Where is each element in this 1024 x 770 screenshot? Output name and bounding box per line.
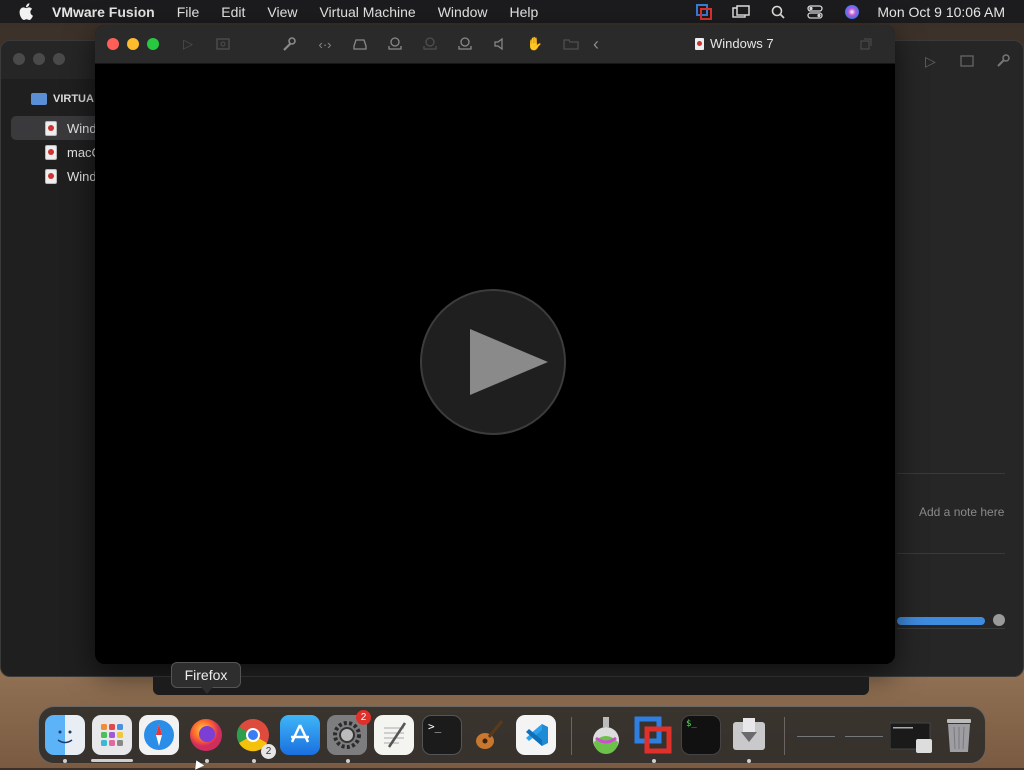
- wrench-icon[interactable]: [995, 53, 1011, 69]
- minimized-window-thumbnail[interactable]: [889, 717, 932, 755]
- app-name-menu[interactable]: VMware Fusion: [52, 4, 155, 20]
- guitar-icon[interactable]: [469, 715, 509, 755]
- vm-file-icon: [45, 144, 57, 160]
- settings-notification-badge: 2: [356, 710, 371, 725]
- vm-window-toolbar: ▷ ‹·› ✋ ‹ Windows 7: [95, 25, 895, 64]
- sound-card-icon[interactable]: [491, 35, 509, 53]
- library-window-footer: [153, 677, 869, 695]
- fullscreen-icon[interactable]: [857, 35, 875, 53]
- minimize-button[interactable]: [33, 53, 45, 65]
- minimize-button[interactable]: [127, 38, 139, 50]
- vm-title-label: Windows 7: [710, 36, 774, 51]
- screen-mirroring-icon[interactable]: [729, 2, 753, 22]
- menu-view[interactable]: View: [267, 4, 297, 20]
- minimized-window-thumbnail[interactable]: [795, 717, 837, 755]
- zoom-button[interactable]: [53, 53, 65, 65]
- menu-edit[interactable]: Edit: [221, 4, 245, 20]
- firefox-icon[interactable]: [186, 715, 226, 755]
- cd-dvd-icon[interactable]: [386, 35, 404, 53]
- network-icon[interactable]: ‹·›: [316, 35, 334, 53]
- safari-icon[interactable]: [139, 715, 179, 755]
- play-icon: [470, 329, 548, 395]
- disk-info-icon[interactable]: [993, 614, 1005, 626]
- textedit-icon[interactable]: [374, 715, 414, 755]
- divider: [897, 628, 1005, 629]
- play-icon[interactable]: ▷: [179, 35, 197, 53]
- chrome-window-count-badge: 2: [261, 744, 276, 759]
- launchpad-icon[interactable]: [92, 715, 132, 755]
- control-center-icon[interactable]: [803, 2, 827, 22]
- macos-installer-icon[interactable]: [586, 715, 626, 755]
- terminal-icon[interactable]: >_: [422, 715, 462, 755]
- usb-device-icon[interactable]: [456, 35, 474, 53]
- apple-menu-icon[interactable]: [16, 2, 36, 22]
- sidebar-item-label: Wind: [67, 120, 97, 136]
- disk-usage-bar: [897, 617, 985, 625]
- console-icon[interactable]: $_: [681, 715, 721, 755]
- vscode-icon[interactable]: [516, 715, 556, 755]
- search-icon[interactable]: [766, 2, 790, 22]
- dock-tooltip: Firefox: [171, 662, 241, 694]
- snapshot-icon[interactable]: [214, 35, 232, 53]
- vm-console-window: ▷ ‹·› ✋ ‹ Windows 7: [95, 25, 895, 664]
- notes-field[interactable]: Add a note here: [919, 505, 1004, 519]
- siri-icon[interactable]: [840, 2, 864, 22]
- vm-window-title: Windows 7: [695, 36, 774, 51]
- dock: 2 2 >_ $_: [38, 706, 986, 764]
- shared-folder-icon[interactable]: [562, 35, 580, 53]
- minimized-window-thumbnail[interactable]: [843, 717, 885, 755]
- menubar-clock[interactable]: Mon Oct 9 10:06 AM: [877, 4, 1005, 20]
- chevron-left-icon[interactable]: ‹: [587, 34, 605, 54]
- hand-icon[interactable]: ✋: [526, 35, 544, 53]
- library-section-label: VIRTUA: [53, 93, 94, 105]
- hard-disk-icon[interactable]: [351, 35, 369, 53]
- library-window-controls: [13, 53, 65, 65]
- wrench-icon[interactable]: [280, 35, 298, 53]
- monitor-icon: [31, 93, 47, 105]
- play-icon[interactable]: ▷: [925, 53, 941, 69]
- resume-play-button[interactable]: [420, 289, 566, 435]
- close-button[interactable]: [107, 38, 119, 50]
- menu-window[interactable]: Window: [438, 4, 488, 20]
- divider: [897, 553, 1005, 554]
- finder-icon[interactable]: [45, 715, 85, 755]
- library-detail-pane: ▷ Add a note here: [897, 53, 1023, 676]
- trash-icon[interactable]: [939, 715, 979, 755]
- library-section-header: VIRTUA: [31, 93, 94, 105]
- sidebar-item-label: Wind: [67, 168, 97, 184]
- vm-display-area[interactable]: [95, 64, 895, 664]
- close-button[interactable]: [13, 53, 25, 65]
- menu-file[interactable]: File: [177, 4, 200, 20]
- floppy-icon[interactable]: [421, 35, 439, 53]
- divider: [897, 473, 1005, 474]
- vm-file-icon: [45, 120, 57, 136]
- menu-bar: VMware Fusion File Edit View Virtual Mac…: [0, 0, 1024, 23]
- app-store-icon[interactable]: [280, 715, 320, 755]
- vm-file-icon: [45, 168, 57, 184]
- menu-help[interactable]: Help: [510, 4, 539, 20]
- vmware-fusion-icon[interactable]: [633, 715, 673, 755]
- zoom-button[interactable]: [147, 38, 159, 50]
- downloads-icon[interactable]: [729, 715, 769, 755]
- menu-virtual-machine[interactable]: Virtual Machine: [319, 4, 415, 20]
- vmware-status-icon[interactable]: [692, 2, 716, 22]
- snapshot-icon[interactable]: [959, 53, 975, 69]
- settings-gear-icon[interactable]: 2: [327, 710, 371, 755]
- vm-file-icon: [695, 37, 704, 50]
- chrome-icon[interactable]: 2: [233, 715, 276, 759]
